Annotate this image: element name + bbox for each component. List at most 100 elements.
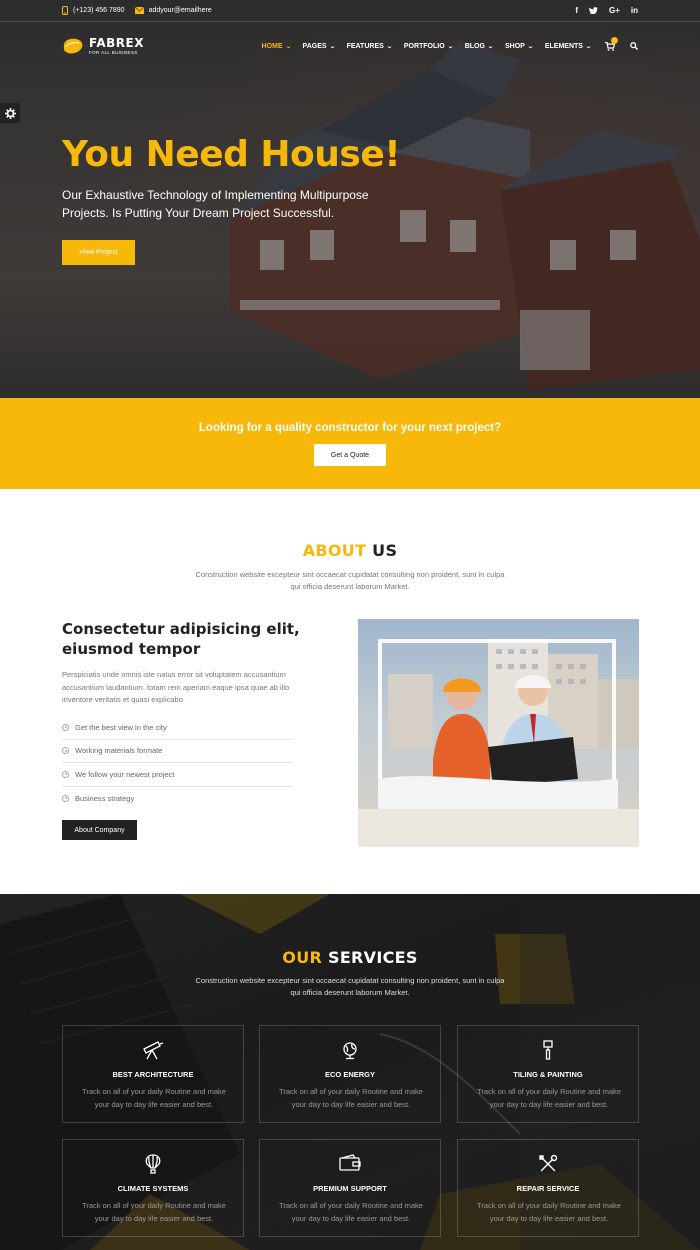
get-quote-button[interactable]: Get a Quote xyxy=(314,444,386,466)
main-menu: HOME ⌄ PAGES ⌄ FEATURES ⌄ PORTFOLIO ⌄ BLOG ⌄ … xyxy=(250,36,638,51)
email-contact[interactable]: addyour@emailhere xyxy=(134,7,212,14)
service-text: Track on all of your daily Routine and m… xyxy=(279,1201,423,1223)
nav-item-label: ELEMENTS xyxy=(544,42,583,50)
nav-item-label: HOME xyxy=(261,42,283,50)
nav-item-portfolio[interactable]: PORTFOLIO ⌄ xyxy=(403,42,454,50)
service-card-climate-systems[interactable]: CLIMATE SYSTEMS Track on all of your dai… xyxy=(62,1139,244,1237)
phone-icon xyxy=(62,6,68,15)
nav-item-elements[interactable]: ELEMENTS ⌄ xyxy=(544,42,592,50)
brand-logo[interactable]: FABREX FOR ALL BUSINESS xyxy=(62,37,144,56)
services-subtitle: Construction website excepteur sint occa… xyxy=(195,976,505,997)
air-balloon-icon xyxy=(145,1154,161,1174)
list-item-label: Get the best view in the city xyxy=(75,722,167,732)
linkedin-icon[interactable]: in xyxy=(631,6,638,15)
hero-title: You Need House! xyxy=(62,134,401,175)
workers-photo xyxy=(358,619,639,847)
chevron-down-icon: ⌄ xyxy=(527,43,534,50)
circle-bullet-icon xyxy=(62,794,69,802)
service-card-repair-service[interactable]: REPAIR SERVICE Track on all of your dail… xyxy=(457,1139,639,1237)
about-paragraph: Perspiciatis unde omnis iste natus error… xyxy=(62,670,290,704)
nav-item-blog[interactable]: BLOG ⌄ xyxy=(464,42,494,50)
about-title: ABOUT US xyxy=(0,541,700,560)
service-card-tiling-painting[interactable]: TILING & PAINTING Track on all of your d… xyxy=(457,1025,639,1123)
service-title: BEST ARCHITECTURE xyxy=(112,1070,194,1079)
about-subtitle: Construction website excepteur sint occa… xyxy=(195,570,505,591)
nav-item-label: BLOG xyxy=(464,42,485,50)
nav-item-home[interactable]: HOME ⌄ xyxy=(261,42,292,50)
service-card-premium-support[interactable]: PREMIUM SUPPORT Track on all of your dai… xyxy=(259,1139,441,1237)
chevron-down-icon: ⌄ xyxy=(446,43,454,50)
about-feature-list: Get the best view in the city Working ma… xyxy=(62,716,293,810)
list-item: Business strategy xyxy=(62,787,293,811)
about-title-rest: US xyxy=(366,541,398,560)
chevron-down-icon: ⌄ xyxy=(386,43,393,50)
envelope-icon xyxy=(134,7,144,14)
nav-item-label: SHOP xyxy=(504,42,525,50)
social-links: f G+ in xyxy=(575,6,638,15)
nav-item-features[interactable]: FEATURES ⌄ xyxy=(346,42,393,50)
about-section: ABOUT US Construction website excepteur … xyxy=(0,489,700,894)
nav-item-shop[interactable]: SHOP ⌄ xyxy=(504,42,534,50)
quote-cta-banner: Looking for a quality constructor for yo… xyxy=(0,398,700,489)
google-plus-icon[interactable]: G+ xyxy=(609,6,620,15)
nav-item-label: PORTFOLIO xyxy=(403,42,445,50)
hero-section: (+123) 456 7890 addyour@emailhere f G+ i… xyxy=(0,0,700,398)
gear-icon xyxy=(4,107,16,119)
chevron-down-icon: ⌄ xyxy=(328,43,336,50)
view-project-button[interactable]: View Project xyxy=(62,240,135,265)
list-item: We follow your newest project xyxy=(62,763,293,787)
cart-button[interactable]: 0 xyxy=(605,36,618,51)
chevron-down-icon: ⌄ xyxy=(284,43,292,50)
circle-bullet-icon xyxy=(62,723,69,731)
topbar: (+123) 456 7890 addyour@emailhere f G+ i… xyxy=(0,0,700,22)
service-text: Track on all of your daily Routine and m… xyxy=(82,1201,226,1223)
nav-item-label: PAGES xyxy=(302,42,327,50)
circle-bullet-icon xyxy=(62,747,69,755)
settings-toggle[interactable] xyxy=(0,103,20,123)
brand-tagline: FOR ALL BUSINESS xyxy=(89,49,138,55)
wallet-icon xyxy=(339,1154,361,1171)
service-title: TILING & PAINTING xyxy=(513,1070,583,1079)
about-company-button[interactable]: About Company xyxy=(62,820,137,840)
nav-item-pages[interactable]: PAGES ⌄ xyxy=(302,42,336,50)
email-address: addyour@emailhere xyxy=(148,7,212,14)
globe-icon xyxy=(343,1042,357,1060)
list-item: Get the best view in the city xyxy=(62,716,293,740)
service-text: Track on all of your daily Routine and m… xyxy=(279,1087,423,1109)
about-title-highlight: ABOUT xyxy=(302,541,367,560)
list-item-label: Business strategy xyxy=(75,793,135,803)
cta-text: Looking for a quality constructor for yo… xyxy=(198,422,502,434)
service-card-eco-energy[interactable]: ECO ENERGY Track on all of your daily Ro… xyxy=(259,1025,441,1123)
list-item-label: We follow your newest project xyxy=(75,769,175,779)
service-title: REPAIR SERVICE xyxy=(516,1184,580,1193)
phone-contact[interactable]: (+123) 456 7890 xyxy=(62,6,125,15)
service-card-best-architecture[interactable]: BEST ARCHITECTURE Track on all of your d… xyxy=(62,1025,244,1123)
main-navbar: FABREX FOR ALL BUSINESS HOME ⌄ PAGES ⌄ FEA… xyxy=(0,22,700,70)
chevron-down-icon: ⌄ xyxy=(487,43,494,50)
search-button[interactable] xyxy=(630,42,638,50)
list-item-label: Working materials formate xyxy=(75,746,163,756)
list-item: Working materials formate xyxy=(62,740,293,763)
circle-bullet-icon xyxy=(62,770,69,778)
service-text: Track on all of your daily Routine and m… xyxy=(477,1087,621,1109)
services-title-rest: SERVICES xyxy=(322,948,418,967)
service-title: ECO ENERGY xyxy=(324,1070,375,1079)
search-icon xyxy=(630,42,638,50)
logo-mark-icon xyxy=(63,38,83,53)
telescope-icon xyxy=(143,1041,164,1060)
service-title: CLIMATE SYSTEMS xyxy=(117,1184,189,1193)
phone-number: (+123) 456 7890 xyxy=(73,7,125,14)
service-text: Track on all of your daily Routine and m… xyxy=(477,1201,621,1223)
services-title: OUR SERVICES xyxy=(0,948,700,967)
hero-description: Our Exhaustive Technology of Implementin… xyxy=(62,188,369,220)
facebook-icon[interactable]: f xyxy=(575,6,578,15)
about-heading: Consectetur adipisicing elit, eiusmod te… xyxy=(62,620,300,658)
twitter-icon[interactable] xyxy=(588,7,598,14)
service-title: PREMIUM SUPPORT xyxy=(313,1184,387,1193)
tools-icon xyxy=(539,1154,558,1172)
services-section: OUR SERVICES Construction website except… xyxy=(0,894,700,1250)
nav-item-label: FEATURES xyxy=(346,42,384,50)
paint-roller-icon xyxy=(543,1040,553,1060)
services-title-highlight: OUR xyxy=(282,948,323,967)
service-text: Track on all of your daily Routine and m… xyxy=(82,1087,226,1109)
